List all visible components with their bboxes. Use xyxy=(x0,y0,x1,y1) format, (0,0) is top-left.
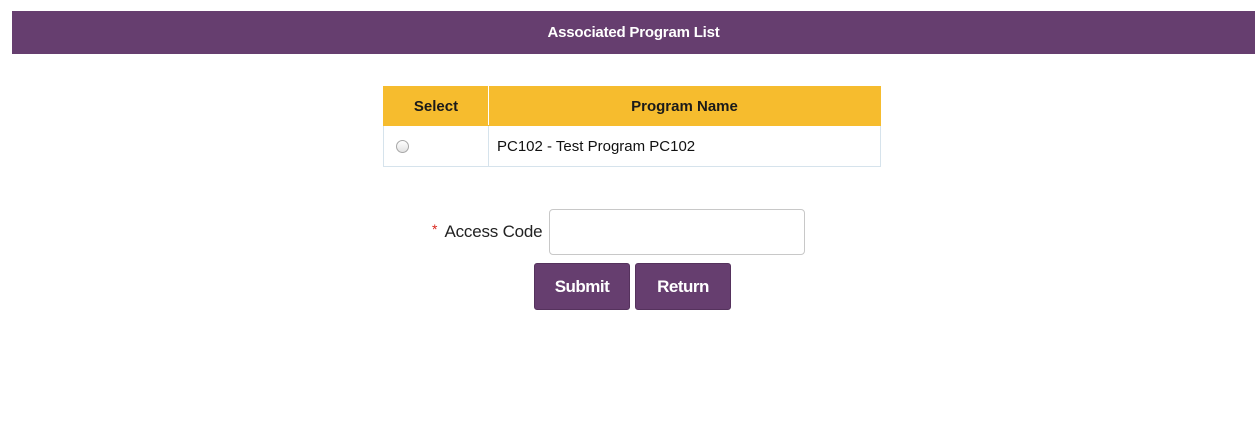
column-header-program-name: Program Name xyxy=(488,86,881,126)
return-button[interactable]: Return xyxy=(635,263,731,310)
table-row[interactable]: PC102 - Test Program PC102 xyxy=(383,125,881,167)
select-cell xyxy=(383,125,489,167)
program-table: Select Program Name PC102 - Test Program… xyxy=(383,86,881,167)
program-select-radio[interactable] xyxy=(396,140,409,154)
access-code-row: * Access Code xyxy=(432,207,806,257)
submit-button[interactable]: Submit xyxy=(534,263,630,310)
page: Associated Program List Select Program N… xyxy=(0,0,1255,446)
program-name-cell: PC102 - Test Program PC102 xyxy=(488,125,881,167)
page-title: Associated Program List xyxy=(12,11,1255,54)
column-header-select: Select xyxy=(383,86,489,126)
access-code-input[interactable] xyxy=(549,209,806,255)
table-header-row: Select Program Name xyxy=(383,86,881,126)
required-marker: * xyxy=(432,221,438,237)
access-code-label: Access Code xyxy=(444,222,543,241)
